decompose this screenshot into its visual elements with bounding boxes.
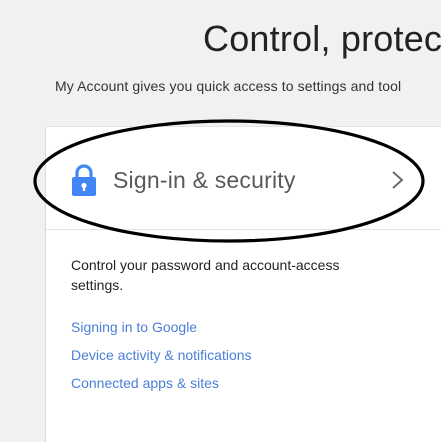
card-description: Control your password and account-access… [71,257,340,293]
sign-in-security-card: Sign-in & security Control your password… [46,127,441,442]
page-subtitle: My Account gives you quick access to set… [55,78,402,94]
link-device-activity[interactable]: Device activity & notifications [71,347,252,363]
lock-icon [72,164,96,196]
page-title: Control, protect [203,18,441,59]
card-header-label: Sign-in & security [113,167,296,193]
my-account-page: Control, protect My Account gives you qu… [0,0,441,442]
sign-in-security-header[interactable]: Sign-in & security [46,127,441,230]
link-connected-apps[interactable]: Connected apps & sites [71,375,219,391]
link-signing-in[interactable]: Signing in to Google [71,319,197,335]
chevron-right-icon [392,171,404,189]
